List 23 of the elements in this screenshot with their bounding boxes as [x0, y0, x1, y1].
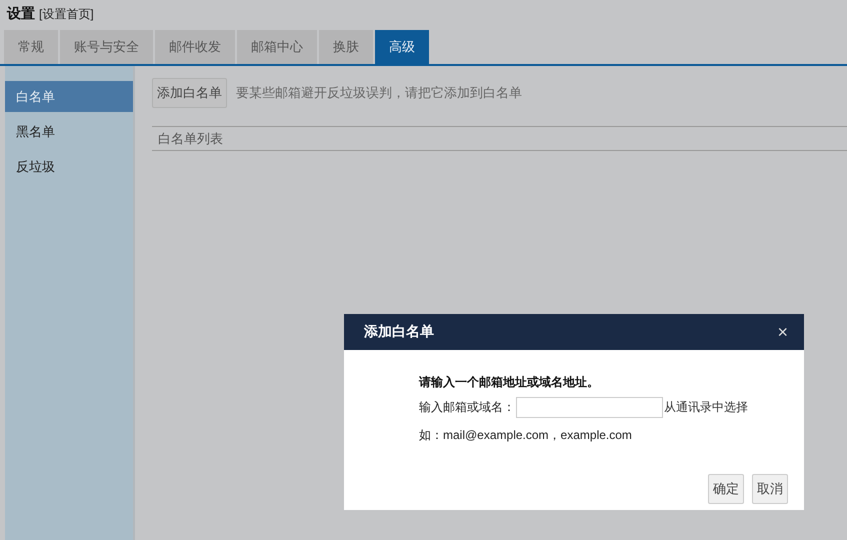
tab[interactable]: 账号与安全	[60, 30, 153, 64]
sidebar-item[interactable]: 反垃圾	[5, 151, 133, 182]
add-whitelist-button[interactable]: 添加白名单	[152, 78, 227, 108]
close-button[interactable]: ×	[777, 322, 788, 342]
dialog-button[interactable]: 取消	[752, 474, 788, 504]
dialog-button[interactable]: 确定	[708, 474, 744, 504]
page-title: 设置	[7, 5, 35, 23]
tab[interactable]: 常规	[4, 30, 58, 64]
hint-text: 要某些邮箱避开反垃圾误判，请把它添加到白名单	[236, 84, 522, 102]
list-header: 白名单列表	[152, 126, 847, 151]
dialog-title: 添加白名单	[364, 323, 434, 341]
sidebar-item[interactable]: 白名单	[5, 81, 133, 112]
tab[interactable]: 换肤	[319, 30, 373, 64]
sidebar-item[interactable]: 黑名单	[5, 116, 133, 147]
input-field[interactable]	[516, 397, 663, 418]
settings-home-link[interactable]: [设置首页]	[39, 6, 94, 23]
example-text: 如：mail@example.com，example.com	[419, 427, 633, 444]
field-label: 输入邮箱或域名：	[419, 399, 515, 416]
tab[interactable]: 邮件收发	[155, 30, 235, 64]
prompt-text: 请输入一个邮箱地址或域名地址。	[419, 374, 600, 391]
tab[interactable]: 高级	[375, 30, 429, 64]
tab[interactable]: 邮箱中心	[237, 30, 317, 64]
contacts-link[interactable]: 从通讯录中选择	[664, 399, 748, 416]
